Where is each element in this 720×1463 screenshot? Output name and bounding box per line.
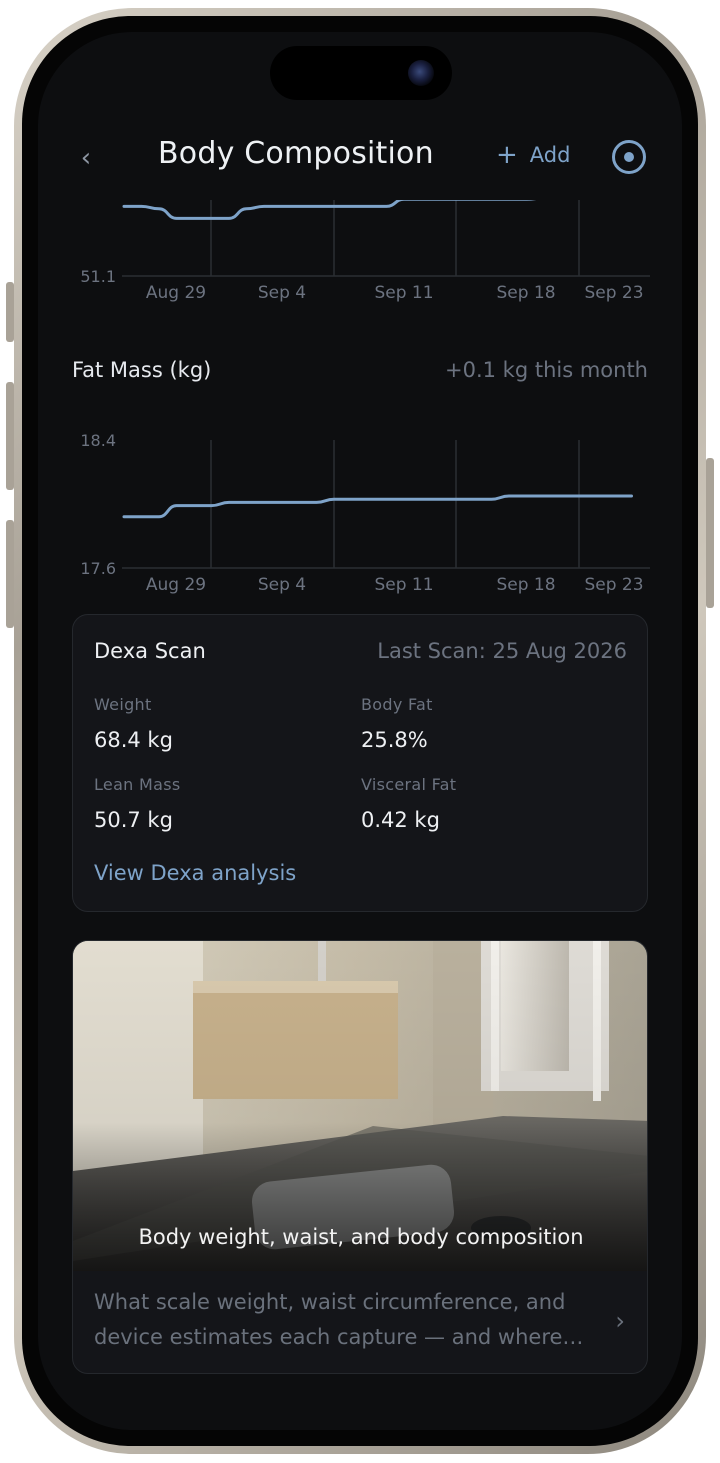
camera-icon bbox=[408, 60, 434, 86]
x-tick-label: Aug 29 bbox=[146, 575, 206, 595]
metric-visceral-fat: Visceral Fat 0.42 kg bbox=[361, 775, 601, 832]
x-tick-label: Sep 11 bbox=[374, 575, 433, 595]
y-tick-label: 17.6 bbox=[80, 559, 116, 578]
metric-body-fat: Body Fat 25.8% bbox=[361, 695, 601, 752]
metric-label: Weight bbox=[94, 695, 152, 714]
metric-lean-mass: Lean Mass 50.7 kg bbox=[94, 775, 334, 832]
plus-icon: + bbox=[496, 140, 518, 170]
x-tick-label: Sep 4 bbox=[258, 575, 306, 595]
power-button bbox=[706, 458, 714, 608]
x-tick-label: Sep 11 bbox=[374, 283, 433, 303]
x-tick-label: Sep 23 bbox=[584, 283, 643, 303]
series-line bbox=[122, 494, 633, 519]
chart-delta: +0.1 kg this month bbox=[445, 358, 648, 382]
action-button bbox=[6, 282, 14, 342]
chevron-left-icon[interactable]: ‹ bbox=[72, 144, 100, 172]
article-card[interactable]: Body weight, waist, and body composition… bbox=[72, 940, 648, 1374]
volume-up-button bbox=[6, 382, 14, 490]
metric-value: 68.4 kg bbox=[94, 728, 173, 752]
article-caption: Body weight, waist, and body composition bbox=[138, 1225, 584, 1249]
target-icon[interactable] bbox=[612, 140, 646, 174]
chevron-right-icon[interactable]: › bbox=[615, 1307, 625, 1335]
metric-value: 25.8% bbox=[361, 728, 428, 752]
page-title: Body Composition bbox=[158, 136, 434, 171]
x-tick-label: Sep 23 bbox=[584, 575, 643, 595]
dexa-card[interactable]: Dexa Scan Last Scan: 25 Aug 2026 Weight … bbox=[72, 614, 648, 912]
volume-down-button bbox=[6, 520, 14, 628]
metric-label: Visceral Fat bbox=[361, 775, 457, 794]
metric-label: Body Fat bbox=[361, 695, 433, 714]
metric-weight: Weight 68.4 kg bbox=[94, 695, 334, 752]
metric-value: 0.42 kg bbox=[361, 808, 440, 832]
card-title: Dexa Scan bbox=[94, 639, 206, 663]
metric-value: 50.7 kg bbox=[94, 808, 173, 832]
lean-mass-chart: 51.1 Aug 29 Sep 4 Sep 11 Sep 18 Sep 23 bbox=[38, 200, 682, 320]
article-description: What scale weight, waist circumference, … bbox=[94, 1290, 584, 1349]
nav-header: ‹ Body Composition + Add bbox=[38, 128, 682, 190]
x-tick-label: Sep 18 bbox=[496, 283, 555, 303]
fat-mass-chart: Fat Mass (kg) +0.1 kg this month 18.4 17.… bbox=[38, 354, 682, 595]
view-dexa-link[interactable]: View Dexa analysis bbox=[94, 861, 296, 885]
last-scan-date: Last Scan: 25 Aug 2026 bbox=[377, 639, 627, 663]
chart-title: Fat Mass (kg) bbox=[72, 358, 212, 382]
x-tick-label: Sep 18 bbox=[496, 575, 555, 595]
add-label: Add bbox=[529, 143, 571, 167]
x-tick-label: Sep 4 bbox=[258, 283, 306, 303]
screen: ‹ Body Composition + Add 51.1 Aug 29 Sep 4… bbox=[38, 32, 682, 1430]
y-tick-label: 51.1 bbox=[80, 267, 116, 286]
lean-mass-chart-svg: 51.1 Aug 29 Sep 4 Sep 11 Sep 18 Sep 23 bbox=[80, 200, 650, 303]
metric-label: Lean Mass bbox=[94, 775, 181, 794]
bathroom-scale-image bbox=[73, 941, 647, 1271]
y-tick-label: 18.4 bbox=[80, 431, 116, 450]
dynamic-island bbox=[270, 46, 452, 100]
x-tick-label: Aug 29 bbox=[146, 283, 206, 303]
fat-mass-chart-svg: 18.4 17.6 Aug 29 Sep 4 Sep 11 Sep 18 Sep 23 bbox=[80, 431, 650, 595]
add-button[interactable]: + Add bbox=[496, 142, 570, 168]
